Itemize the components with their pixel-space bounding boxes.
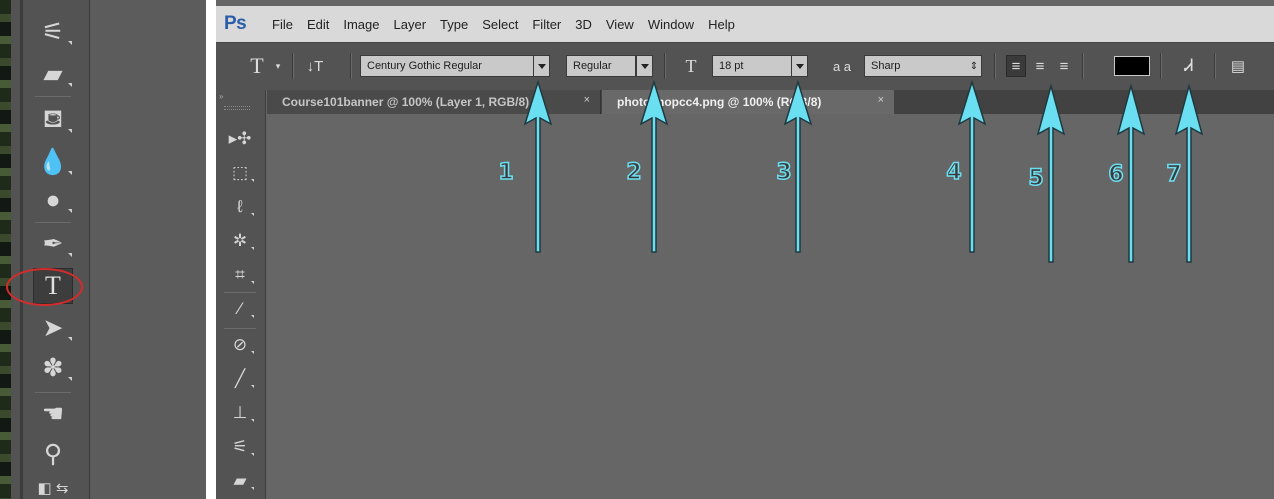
annotation-label-5: 5 (1028, 165, 1045, 192)
menu-view[interactable]: View (606, 17, 634, 32)
align-left-button[interactable]: ≡ (1006, 55, 1026, 77)
menu-filter[interactable]: Filter (532, 17, 561, 32)
menu-image[interactable]: Image (343, 17, 379, 32)
anti-alias-icon: a a (832, 58, 852, 74)
old-toolbox: ⚟ ▰ ⛾ 💧 ● ✒ T ➤ ✽ ☚ ⚲ ◧ ⇆ (11, 0, 90, 499)
annotation-label-6: 6 (1108, 161, 1125, 188)
options-divider (350, 53, 351, 79)
tab-label: Course101banner @ 100% (Layer 1, RGB/8) (282, 95, 530, 109)
text-color-swatch[interactable] (1114, 56, 1150, 76)
align-center-button[interactable]: ≡ (1030, 55, 1050, 77)
path-selection-icon[interactable]: ➤ (31, 310, 75, 346)
panel-grip[interactable] (224, 106, 250, 110)
move-tool-icon[interactable]: ▸✣ (222, 126, 258, 152)
menu-bar: Ps File Edit Image Layer Type Select Fil… (216, 6, 1274, 42)
options-divider (664, 53, 665, 79)
eraser-tool-icon[interactable]: ▰ (222, 468, 258, 494)
character-panel-icon[interactable]: ▤ (1226, 55, 1250, 77)
toolbox-edge (20, 0, 23, 499)
ps-logo: Ps (224, 13, 247, 34)
toolbox-separator (35, 96, 71, 97)
options-bar: T ▾ ↓T Century Gothic Regular Regular T … (216, 42, 1274, 90)
panel-collapse-icon[interactable]: » (219, 92, 223, 101)
menu-file[interactable]: File (272, 17, 293, 32)
lasso-tool-icon[interactable]: ℓ (222, 194, 258, 220)
menu-3d[interactable]: 3D (575, 17, 592, 32)
annotation-label-4: 4 (946, 159, 963, 186)
font-style-field[interactable]: Regular (566, 55, 636, 77)
toolbox-separator (35, 392, 71, 393)
menu-type[interactable]: Type (440, 17, 468, 32)
eraser-icon[interactable]: ▰ (31, 56, 75, 92)
marquee-tool-icon[interactable]: ⬚ (222, 160, 258, 186)
screenshot-stage: ⚟ ▰ ⛾ 💧 ● ✒ T ➤ ✽ ☚ ⚲ ◧ ⇆ Ps File Edit I… (0, 0, 1274, 499)
tool-preset-dropdown-icon[interactable]: ▾ (272, 55, 284, 77)
quick-selection-tool-icon[interactable]: ✲ (222, 228, 258, 254)
options-divider (292, 53, 293, 79)
options-divider (1082, 53, 1083, 79)
default-colors-icon[interactable]: ◧ ⇆ (31, 470, 75, 499)
blur-icon[interactable]: 💧 (31, 144, 75, 180)
custom-shape-icon[interactable]: ✽ (31, 350, 75, 386)
tool-preset-icon[interactable]: T (246, 53, 268, 78)
font-size-icon: T (685, 55, 697, 76)
panel-separator (224, 328, 256, 329)
options-divider (994, 53, 995, 79)
background-photo-strip (0, 0, 11, 499)
font-family-dropdown-button[interactable] (533, 55, 550, 77)
menu-layer[interactable]: Layer (394, 17, 427, 32)
clone-stamp-tool-icon[interactable]: ⊥ (222, 400, 258, 426)
options-divider (1160, 53, 1161, 79)
brush-tool-icon[interactable]: ╱ (222, 366, 258, 392)
zoom-icon[interactable]: ⚲ (31, 436, 75, 472)
tools-panel: » ▸✣ ⬚ ℓ ✲ ⌗ ⁄ ⊘ ╱ ⊥ ⚟ ▰ (216, 90, 266, 499)
pen-icon[interactable]: ✒ (31, 226, 75, 262)
anti-alias-field[interactable]: Sharp (864, 55, 982, 77)
anti-alias-stepper-icon[interactable]: ⇕ (968, 55, 980, 77)
history-brush-tool-icon[interactable]: ⚟ (222, 434, 258, 460)
healing-brush-icon[interactable]: ⚟ (31, 14, 75, 50)
font-size-field[interactable]: 18 pt (712, 55, 792, 77)
spot-healing-tool-icon[interactable]: ⊘ (222, 332, 258, 358)
photoshop-window: Ps File Edit Image Layer Type Select Fil… (216, 0, 1274, 499)
toolbox-separator (35, 222, 71, 223)
document-tab[interactable]: Course101banner @ 100% (Layer 1, RGB/8) … (267, 90, 601, 114)
type-tool-highlight-circle (6, 268, 83, 306)
paint-bucket-icon[interactable]: ⛾ (31, 102, 75, 138)
options-divider (1214, 53, 1215, 79)
align-right-button[interactable]: ≡ (1054, 55, 1074, 77)
hand-icon[interactable]: ☚ (31, 396, 75, 432)
menu-select[interactable]: Select (482, 17, 518, 32)
annotation-label-7: 7 (1166, 161, 1183, 188)
annotation-label-1: 1 (498, 159, 515, 186)
dodge-icon[interactable]: ● (31, 182, 75, 218)
annotation-label-3: 3 (776, 159, 793, 186)
menu-help[interactable]: Help (708, 17, 735, 32)
image-gap (206, 0, 216, 499)
menu-window[interactable]: Window (648, 17, 694, 32)
panel-separator (224, 292, 256, 293)
warp-text-icon[interactable]: Ꮧ (1178, 55, 1200, 77)
font-size-dropdown-button[interactable] (791, 55, 808, 77)
document-tab-bar: Course101banner @ 100% (Layer 1, RGB/8) … (267, 90, 1274, 114)
document-tab-active[interactable]: photoshopcc4.png @ 100% (RGB/8) × (602, 90, 894, 114)
crop-tool-icon[interactable]: ⌗ (222, 262, 258, 288)
font-style-dropdown-button[interactable] (636, 55, 653, 77)
left-cropped-view: ⚟ ▰ ⛾ 💧 ● ✒ T ➤ ✽ ☚ ⚲ ◧ ⇆ (0, 0, 206, 499)
text-orientation-icon[interactable]: ↓T (300, 55, 330, 77)
annotation-label-2: 2 (626, 159, 643, 186)
eyedropper-tool-icon[interactable]: ⁄ (222, 296, 258, 322)
tab-label: photoshopcc4.png @ 100% (RGB/8) (617, 95, 822, 109)
tab-close-icon[interactable]: × (584, 94, 590, 106)
font-family-field[interactable]: Century Gothic Regular (360, 55, 534, 77)
tab-close-icon[interactable]: × (878, 94, 884, 106)
menu-edit[interactable]: Edit (307, 17, 329, 32)
